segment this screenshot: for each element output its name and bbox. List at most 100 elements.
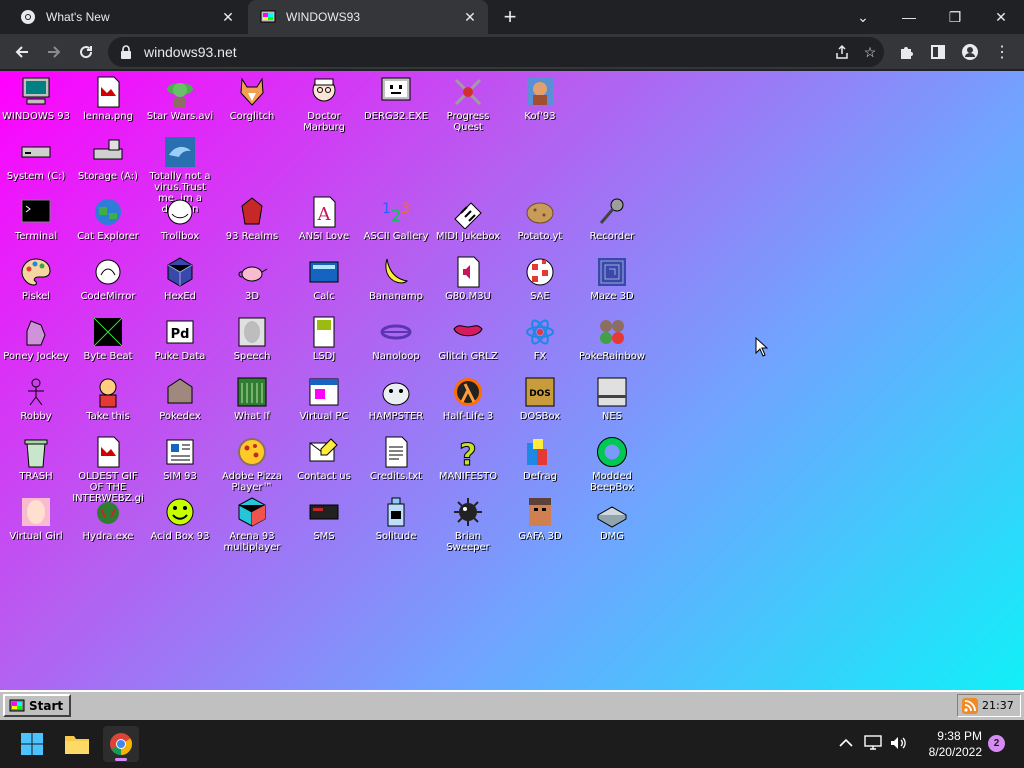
back-button[interactable] [8,38,36,66]
desktop-icon-fx[interactable]: FX [504,315,576,362]
desktop-icon-adobe-pizza-player[interactable]: Adobe Pizza Player™ [216,435,288,493]
lambda-icon [451,375,485,409]
desktop-icon-pokedex[interactable]: Pokedex [144,375,216,422]
address-bar[interactable]: windows93.net ☆ [108,37,884,67]
desktop-icon-poney-jockey[interactable]: Poney Jockey [0,315,72,362]
desktop-icon-brian-sweeper[interactable]: Brian Sweeper [432,495,504,553]
close-tab-icon[interactable]: ✕ [218,7,238,27]
desktop-icon-maze-3d[interactable]: Maze 3D [576,255,648,302]
desktop-icon-piskel[interactable]: Piskel [0,255,72,302]
desktop-icon-puke-data[interactable]: Pd Puke Data [144,315,216,362]
desktop-icon-terminal[interactable]: Terminal [0,195,72,242]
desktop-icon-bananamp[interactable]: Bananamp [360,255,432,302]
desktop-icon-virtual-girl[interactable]: Virtual Girl [0,495,72,542]
desktop-icon-storage-a[interactable]: Storage (A:) [72,135,144,182]
extensions-icon[interactable] [892,38,920,66]
restore-icon[interactable]: ❐ [932,0,978,34]
chrome-taskbar-icon[interactable] [103,726,139,762]
desktop-icon-dmg[interactable]: DMG [576,495,648,542]
desktop-icon-byte-beat[interactable]: Byte Beat [72,315,144,362]
desktop-icon-take-this[interactable]: Take this [72,375,144,422]
desktop-icon-sae[interactable]: SAE [504,255,576,302]
desktop-icon-derg32-exe[interactable]: DERG32.EXE [360,75,432,122]
bookmark-star-icon[interactable]: ☆ [856,38,884,66]
desktop-icon-gafa-3d[interactable]: GAFA 3D [504,495,576,542]
reload-button[interactable] [72,38,100,66]
desktop-icon-lenna-png[interactable]: lenna.png [72,75,144,122]
desktop-icon-kof-93[interactable]: Kof'93 [504,75,576,122]
notification-badge[interactable]: 2 [988,735,1005,752]
desktop-icon-contact-us[interactable]: Contact us [288,435,360,482]
menu-kebab-icon[interactable]: ⋮ [988,38,1016,66]
tab-windows93[interactable]: WINDOWS93 ✕ [248,0,488,34]
desktop-icon-dosbox[interactable]: DOS DOSBox [504,375,576,422]
desktop-icon-calc[interactable]: Calc [288,255,360,302]
desktop-icon-progress-quest[interactable]: Progress Quest [432,75,504,133]
desktop-icon-corglitch[interactable]: Corglitch [216,75,288,122]
start-button[interactable]: Start [3,694,71,717]
desktop-icon-sim-93[interactable]: SIM 93 [144,435,216,482]
desktop-icon-codemirror[interactable]: CodeMirror [72,255,144,302]
desktop-icon-label: DERG32.EXE [363,111,429,122]
desktop-icon-nanoloop[interactable]: Nanoloop [360,315,432,362]
desktop-icon-system-c[interactable]: System (C:) [0,135,72,182]
close-tab-icon[interactable]: ✕ [460,7,480,27]
desktop-icon-robby[interactable]: Robby [0,375,72,422]
defrag-icon [523,435,557,469]
side-panel-icon[interactable] [924,38,952,66]
file-explorer-icon[interactable] [59,726,95,762]
profile-icon[interactable] [956,38,984,66]
desktop-icon-g80-m3u[interactable]: G80.M3U [432,255,504,302]
desktop-icon-label: Glitch GRLZ [438,351,498,362]
smiley-icon [163,495,197,529]
desktop-icon-acid-box-93[interactable]: Acid Box 93 [144,495,216,542]
close-window-icon[interactable]: ✕ [978,0,1024,34]
minimize-icon[interactable]: — [886,0,932,34]
windows-start-icon[interactable] [14,726,50,762]
desktop-icon-arena-93-multiplayer[interactable]: Arena 93 multiplayer [216,495,288,553]
desktop-icon-nes[interactable]: NES [576,375,648,422]
desktop-icon-modded-beepbox[interactable]: Modded BeepBox [576,435,648,493]
desktop-icon-potato-yt[interactable]: Potato.yt [504,195,576,242]
network-icon[interactable] [862,732,884,754]
desktop-icon-manifesto[interactable]: ? MANIFESTO [432,435,504,483]
desktop-icon-sms[interactable]: SMS [288,495,360,542]
forward-button[interactable] [40,38,68,66]
desktop-icon-midi-jukebox[interactable]: MIDI Jukebox [432,195,504,242]
sim-icon [163,435,197,469]
desktop-icon-trollbox[interactable]: Trollbox [144,195,216,242]
desktop-icon-defrag[interactable]: Defrag [504,435,576,482]
tab-whats-new[interactable]: What's New ✕ [8,0,246,34]
new-tab-button[interactable]: + [498,4,522,29]
desktop-icon-doctor-marburg[interactable]: Doctor Marburg [288,75,360,133]
desktop-icon-credits-txt[interactable]: Credits.txt [360,435,432,482]
desktop-icon-glitch-grlz[interactable]: Glitch GRLZ [432,315,504,362]
desktop-icon-ascii-gallery[interactable]: 1 2 3 ASCII Gallery [360,195,432,242]
desktop-icon-pokerainbow[interactable]: PokeRainbow [576,315,648,362]
show-hidden-icons-icon[interactable] [835,732,857,754]
desktop-icon-hexed[interactable]: HexEd [144,255,216,302]
desktop-icon-label: Progress Quest [446,111,490,133]
desktop-icon-lsdj[interactable]: LSDJ [288,315,360,362]
desktop-icon-trash[interactable]: TRASH [0,435,72,482]
desktop-icon-ansi-love[interactable]: A ANSI Love [288,195,360,242]
desktop-icon-speech[interactable]: Speech [216,315,288,362]
desktop-icon-3d[interactable]: 3D [216,255,288,302]
desktop-icon-what-if[interactable]: What If [216,375,288,422]
desktop-icon-windows-93[interactable]: WINDOWS 93 [0,75,72,122]
desktop-icon-93-realms[interactable]: 93 Realms [216,195,288,242]
system-clock[interactable]: 9:38 PM 8/20/2022 [912,728,982,760]
share-icon[interactable] [828,38,856,66]
desktop-icon-label: WINDOWS 93 [1,111,71,122]
desktop-icon-cat-explorer[interactable]: Cat Explorer [72,195,144,242]
desktop-icon-hampster[interactable]: HAMPSTER [360,375,432,422]
volume-icon[interactable] [887,732,909,754]
tab-search-icon[interactable]: ⌄ [840,0,886,34]
desktop-icon-half-life-3[interactable]: Half-Life 3 [432,375,504,422]
desktop-icon-virtual-pc[interactable]: Virtual PC [288,375,360,422]
desktop-icon-solitude[interactable]: Solitude [360,495,432,542]
desktop-icon-recorder[interactable]: Recorder [576,195,648,242]
desktop-icon-star-wars-avi[interactable]: Star Wars.avi [144,75,216,122]
rss-icon[interactable] [962,697,978,714]
desktop-icon-hydra-exe[interactable]: Hydra.exe [72,495,144,542]
